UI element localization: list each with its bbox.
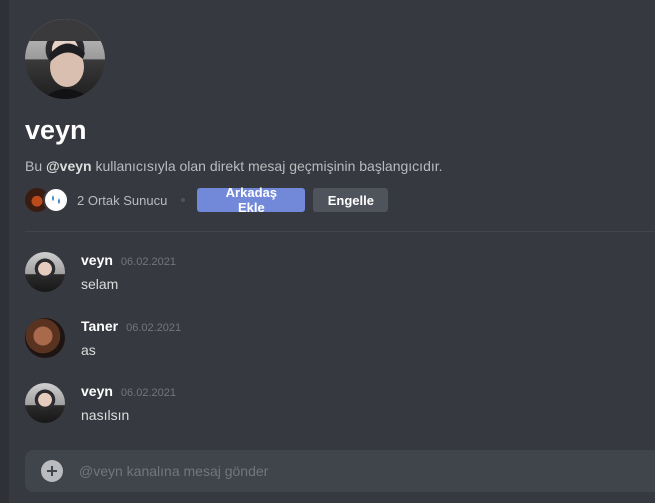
message-timestamp: 06.02.2021: [126, 322, 182, 334]
mutual-row: 2 Ortak Sunucu Arkadaş Ekle Engelle: [25, 185, 655, 215]
message-item: Taner 06.02.2021 as: [25, 318, 181, 359]
block-button[interactable]: Engelle: [313, 188, 389, 212]
server-icon: [43, 187, 69, 213]
message-body: veyn 06.02.2021 selam: [81, 252, 176, 293]
message-body: Taner 06.02.2021 as: [81, 318, 181, 359]
message-composer: [25, 450, 655, 492]
intro-suffix: kullanıcısıyla olan direkt mesaj geçmişi…: [91, 158, 443, 174]
message-header: Taner 06.02.2021: [81, 318, 181, 336]
message-text: selam: [81, 276, 119, 292]
message-author[interactable]: veyn: [81, 383, 113, 399]
message-text: as: [81, 342, 96, 358]
intro-prefix: Bu: [25, 158, 47, 174]
dm-header: veyn Bu @veyn kullanıcısıyla olan direkt…: [25, 19, 655, 215]
message-text: nasılsın: [81, 407, 130, 423]
profile-avatar: [25, 19, 105, 99]
mutual-server-icons[interactable]: [25, 187, 69, 213]
message-author[interactable]: veyn: [81, 252, 113, 268]
dm-intro-text: Bu @veyn kullanıcısıyla olan direkt mesa…: [25, 157, 655, 175]
message-timestamp: 06.02.2021: [120, 256, 176, 268]
mutual-servers-link[interactable]: 2 Ortak Sunucu: [77, 193, 167, 208]
intro-mention[interactable]: @veyn: [46, 158, 92, 174]
left-panel-edge: [0, 0, 9, 503]
message-timestamp: 06.02.2021: [120, 387, 176, 399]
message-body: veyn 06.02.2021 nasılsın: [81, 383, 176, 424]
plus-circle-icon[interactable]: [41, 460, 63, 482]
veyn-avatar[interactable]: [25, 252, 65, 292]
message-author[interactable]: Taner: [81, 318, 118, 334]
veyn-avatar[interactable]: [25, 383, 65, 423]
profile-username: veyn: [25, 115, 87, 145]
message-item: veyn 06.02.2021 nasılsın: [25, 383, 176, 424]
add-friend-button[interactable]: Arkadaş Ekle: [197, 185, 306, 215]
message-header: veyn 06.02.2021: [81, 383, 176, 401]
header-divider: [25, 231, 655, 232]
message-header: veyn 06.02.2021: [81, 252, 176, 270]
message-item: veyn 06.02.2021 selam: [25, 252, 176, 293]
taner-avatar[interactable]: [25, 318, 65, 358]
message-input[interactable]: [79, 463, 579, 479]
separator-dot: [181, 198, 186, 202]
